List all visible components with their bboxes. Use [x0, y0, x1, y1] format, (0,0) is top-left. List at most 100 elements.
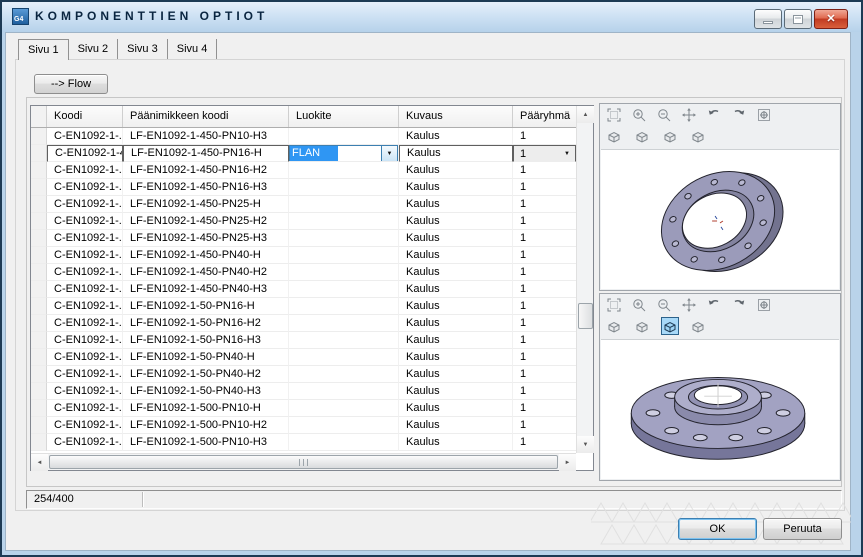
rotate-ccw-icon[interactable]	[706, 297, 722, 313]
view-1-icon[interactable]	[606, 318, 622, 334]
table-row[interactable]: C-EN1092-1-...LF-EN1092-1-450-PN40-HKaul…	[31, 247, 576, 264]
cell-koodi[interactable]: C-EN1092-1-...	[47, 179, 123, 196]
cell-paaryhma[interactable]: 1	[513, 264, 576, 281]
table-row[interactable]: C-EN1092-1-...LF-EN1092-1-450-PN16-H3 Kau…	[31, 179, 576, 196]
cell-luokite[interactable]	[289, 332, 399, 349]
cell-kuvaus[interactable]: Kaulus	[399, 128, 513, 145]
cell-paaryhma[interactable]: 1	[513, 298, 576, 315]
cell-koodi[interactable]: C-EN1092-1-...	[47, 281, 123, 298]
cell-paaryhma[interactable]: 1	[513, 315, 576, 332]
cell-paaryhma[interactable]: 1	[513, 417, 576, 434]
chevron-down-icon[interactable]: ▼	[381, 146, 397, 161]
cell-luokite[interactable]	[289, 400, 399, 417]
cell-paaryhma[interactable]: 1	[513, 400, 576, 417]
fit-icon[interactable]	[606, 297, 622, 313]
table-row[interactable]: C-EN1092-1-...LF-EN1092-1-50-PN16-H2 Kaul…	[31, 315, 576, 332]
cell-koodi[interactable]: C-EN1092-1-...	[47, 264, 123, 281]
cell-kuvaus[interactable]: Kaulus	[399, 400, 513, 417]
cell-kuvaus[interactable]: Kaulus	[399, 366, 513, 383]
cell-paanimike[interactable]: LF-EN1092-1-450-PN16-H3	[123, 179, 289, 196]
table-row[interactable]: C-EN1092-1-...LF-EN1092-1-450-PN25-HKaul…	[31, 196, 576, 213]
vertical-scrollbar[interactable]: ▲ ▼	[576, 106, 593, 453]
cell-koodi[interactable]: C-EN1092-1-...	[47, 400, 123, 417]
horizontal-scroll-thumb[interactable]	[49, 455, 558, 469]
cell-paaryhma[interactable]: 1	[513, 230, 576, 247]
cell-paaryhma[interactable]: 1	[513, 332, 576, 349]
cell-kuvaus[interactable]: Kaulus	[399, 315, 513, 332]
cell-paaryhma[interactable]: 1	[513, 128, 576, 145]
cell-koodi[interactable]: C-EN1092-1-...	[47, 162, 123, 179]
titlebar[interactable]: G4 KOMPONENTTIEN OPTIOT ✕	[2, 2, 861, 32]
tab-sivu-1[interactable]: Sivu 1	[18, 39, 69, 60]
luokite-combobox[interactable]: FLAN▼	[289, 145, 398, 162]
vertical-scroll-thumb[interactable]	[578, 303, 593, 329]
column-header-koodi[interactable]: Koodi	[47, 106, 123, 127]
cell-luokite-editor[interactable]: FLAN▼	[289, 145, 399, 162]
cell-paaryhma[interactable]: 1	[513, 383, 576, 400]
cell-paanimike[interactable]: LF-EN1092-1-450-PN16-H2	[123, 162, 289, 179]
cell-paaryhma-editor[interactable]: 1▼	[513, 145, 576, 162]
cell-koodi[interactable]: C-EN1092-1-...	[47, 196, 123, 213]
cell-luokite[interactable]	[289, 179, 399, 196]
zoom-in-icon[interactable]	[631, 297, 647, 313]
cell-koodi[interactable]: C-EN1092-1-...	[47, 213, 123, 230]
table-row[interactable]: C-EN1092-1-...LF-EN1092-1-450-PN10-H3Kau…	[31, 128, 576, 145]
table-row[interactable]: C-EN1092-1-...LF-EN1092-1-50-PN16-H Kaulu…	[31, 298, 576, 315]
cell-paanimike[interactable]: LF-EN1092-1-450-PN10-H3	[123, 128, 289, 145]
cell-luokite[interactable]	[289, 298, 399, 315]
flow-button[interactable]: --> Flow	[34, 74, 108, 94]
table-row[interactable]: C-EN1092-1-...LF-EN1092-1-50-PN40-H3Kaul…	[31, 383, 576, 400]
cell-kuvaus[interactable]: Kaulus	[399, 332, 513, 349]
column-header-paaryhma[interactable]: Pääryhmä	[513, 106, 576, 127]
horizontal-scrollbar[interactable]: ◄ ►	[31, 453, 576, 470]
view-2-icon[interactable]	[634, 318, 650, 334]
scroll-right-icon[interactable]: ►	[559, 454, 576, 471]
cell-koodi[interactable]: C-EN1092-1-...	[47, 332, 123, 349]
cell-koodi[interactable]: C-EN1092-1-...	[47, 247, 123, 264]
center-icon[interactable]	[756, 107, 772, 123]
cell-kuvaus[interactable]: Kaulus	[399, 162, 513, 179]
cancel-button[interactable]: Peruuta	[763, 518, 842, 540]
center-icon[interactable]	[756, 297, 772, 313]
cell-paanimike[interactable]: LF-EN1092-1-450-PN40-H3	[123, 281, 289, 298]
column-header-luokite[interactable]: Luokite	[289, 106, 399, 127]
cell-paanimike[interactable]: LF-EN1092-1-500-PN10-H2	[123, 417, 289, 434]
cell-luokite[interactable]	[289, 247, 399, 264]
cell-koodi[interactable]: C-EN1092-1-...	[47, 315, 123, 332]
table-row[interactable]: C-EN1092-1-...LF-EN1092-1-450-PN40-H2Kau…	[31, 264, 576, 281]
cell-koodi[interactable]: C-EN1092-1-...	[47, 383, 123, 400]
maximize-button[interactable]	[784, 9, 812, 29]
scroll-down-icon[interactable]: ▼	[577, 436, 594, 453]
cell-koodi[interactable]: C-EN1092-1-...	[47, 298, 123, 315]
cell-paaryhma[interactable]: 1	[513, 281, 576, 298]
cell-paaryhma[interactable]: 1	[513, 179, 576, 196]
view-1-icon[interactable]	[606, 128, 622, 144]
cell-paanimike[interactable]: LF-EN1092-1-50-PN16-H	[123, 298, 289, 315]
cell-luokite[interactable]	[289, 128, 399, 145]
zoom-out-icon[interactable]	[656, 107, 672, 123]
cell-kuvaus[interactable]: Kaulus	[399, 247, 513, 264]
cell-paaryhma[interactable]: 1	[513, 247, 576, 264]
rotate-cw-icon[interactable]	[731, 297, 747, 313]
cell-kuvaus-editor[interactable]: Kaulus	[399, 145, 513, 162]
cell-paanimike[interactable]: LF-EN1092-1-50-PN40-H	[123, 349, 289, 366]
cell-kuvaus[interactable]: Kaulus	[399, 417, 513, 434]
cell-koodi-editor[interactable]: C-EN1092-1-45	[47, 145, 123, 162]
cell-kuvaus[interactable]: Kaulus	[399, 281, 513, 298]
pan-icon[interactable]	[681, 107, 697, 123]
cell-paanimike[interactable]: LF-EN1092-1-50-PN40-H3	[123, 383, 289, 400]
cell-kuvaus[interactable]: Kaulus	[399, 196, 513, 213]
column-header-paanimikkeen-koodi[interactable]: Päänimikkeen koodi	[123, 106, 289, 127]
cell-kuvaus[interactable]: Kaulus	[399, 179, 513, 196]
cell-paaryhma[interactable]: 1	[513, 434, 576, 451]
cell-paanimike[interactable]: LF-EN1092-1-500-PN10-H3	[123, 434, 289, 451]
preview-viewport-top[interactable]	[601, 149, 839, 289]
cell-paanimike[interactable]: LF-EN1092-1-50-PN16-H2	[123, 315, 289, 332]
cell-paanimike[interactable]: LF-EN1092-1-500-PN10-H	[123, 400, 289, 417]
cell-luokite[interactable]	[289, 196, 399, 213]
cell-kuvaus[interactable]: Kaulus	[399, 213, 513, 230]
cell-kuvaus[interactable]: Kaulus	[399, 298, 513, 315]
tab-sivu-4[interactable]: Sivu 4	[168, 39, 218, 59]
cell-paaryhma[interactable]: 1	[513, 162, 576, 179]
cell-luokite[interactable]	[289, 383, 399, 400]
